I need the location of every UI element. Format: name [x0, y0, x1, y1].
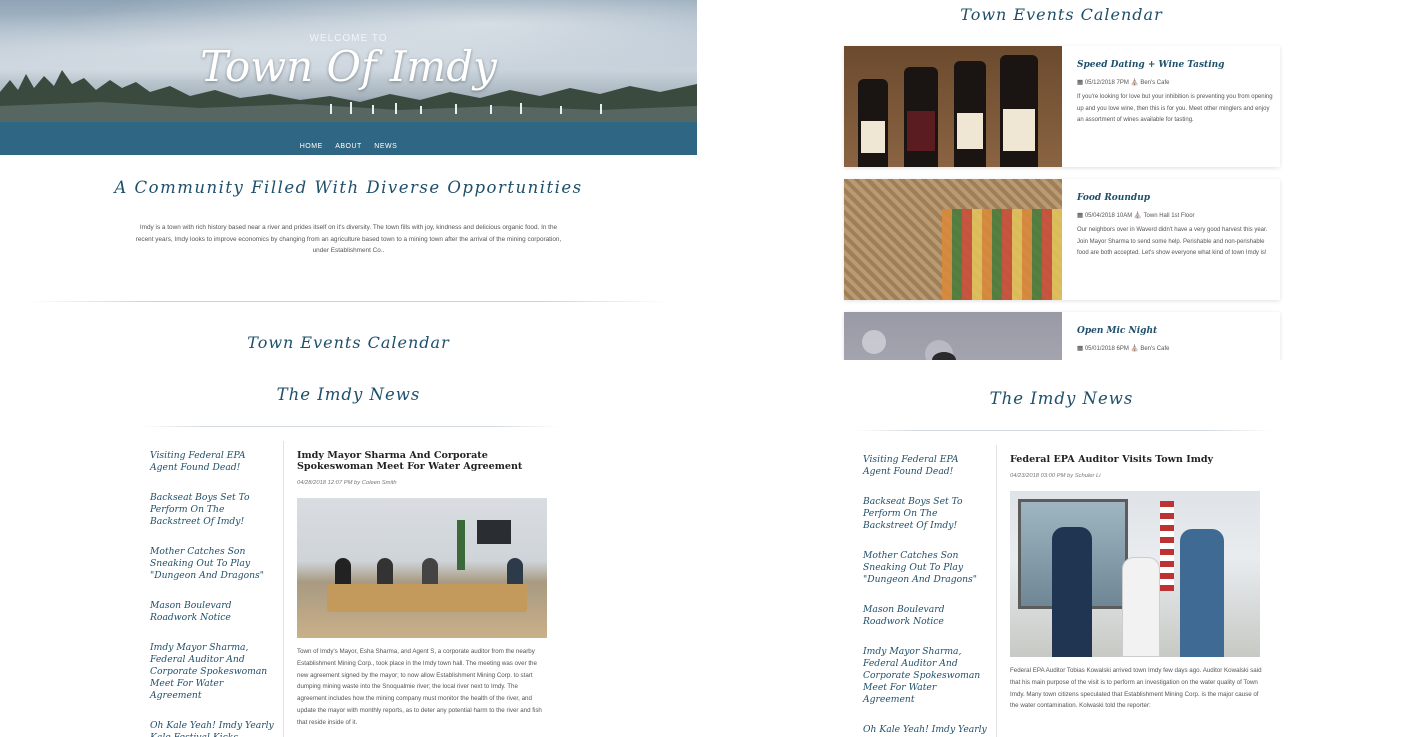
article-meta: 04/23/2018 03:00 PM by Schuler Li — [1010, 473, 1101, 479]
news-panel-right: The Imdy News Visiting Federal EPA Agent… — [713, 370, 1410, 737]
event-title[interactable]: Speed Dating + Wine Tasting — [1077, 60, 1273, 70]
homepage-panel: WELCOME TO Town Of Imdy HOME ABOUT NEWS … — [0, 0, 697, 360]
event-meta: ▦ 05/01/2018 6PM ⛪ Ben's Cafe — [1077, 344, 1273, 352]
nav-home-link[interactable]: HOME — [300, 143, 323, 150]
news-sidebar: Visiting Federal EPA Agent Found Dead! B… — [863, 454, 988, 737]
wine-bottle-icon — [858, 79, 888, 167]
calendar-icon: ▦ — [1077, 212, 1084, 219]
person-icon — [1052, 527, 1092, 657]
news-sidebar-link[interactable]: Oh Kale Yeah! Imdy Yearly Kale Festival … — [150, 720, 275, 737]
flag-icon — [457, 520, 465, 570]
news-sidebar: Visiting Federal EPA Agent Found Dead! B… — [150, 450, 275, 737]
us-flag-icon — [1160, 501, 1174, 591]
community-tagline: A Community Filled With Diverse Opportun… — [114, 178, 583, 197]
tv-screen-icon — [477, 520, 511, 544]
article-image-handshake — [1010, 491, 1260, 657]
news-rule — [140, 426, 560, 427]
event-datetime: 05/04/2018 10AM — [1084, 213, 1133, 219]
article-body: Town of Imdy's Mayor, Esha Sharma, and A… — [297, 648, 542, 726]
news-sidebar-link[interactable]: Imdy Mayor Sharma, Federal Auditor And C… — [863, 646, 988, 706]
news-panel-left: The Imdy News Visiting Federal EPA Agent… — [0, 370, 697, 737]
news-sidebar-link[interactable]: Backseat Boys Set To Perform On The Back… — [863, 496, 988, 532]
news-article: Imdy Mayor Sharma And Corporate Spokeswo… — [297, 450, 549, 729]
news-sidebar-link[interactable]: Mother Catches Son Sneaking Out To Play … — [863, 550, 988, 586]
event-image-microphone — [844, 312, 1062, 360]
hero-site-title: Town Of Imdy — [200, 42, 497, 91]
calendar-heading: Town Events Calendar — [960, 5, 1163, 24]
news-sidebar-link[interactable]: Visiting Federal EPA Agent Found Dead! — [863, 454, 988, 478]
food-cans-image — [942, 209, 1062, 300]
news-sidebar-link[interactable]: Mason Boulevard Roadwork Notice — [863, 604, 988, 628]
calendar-icon: ▦ — [1077, 345, 1084, 352]
location-sign-icon: ⛪ — [1130, 345, 1139, 352]
hero-banner: WELCOME TO Town Of Imdy HOME ABOUT NEWS — [0, 0, 697, 155]
nav-about-link[interactable]: ABOUT — [335, 143, 362, 150]
article-title: Federal EPA Auditor Visits Town Imdy — [1010, 454, 1214, 465]
event-location: Ben's Cafe — [1140, 80, 1170, 86]
event-meta: ▦ 05/12/2018 7PM ⛪ Ben's Cafe — [1077, 78, 1273, 86]
town-intro-text: Imdy is a town with rich history based n… — [135, 224, 562, 254]
person-icon — [1180, 529, 1224, 657]
news-sidebar-link[interactable]: Visiting Federal EPA Agent Found Dead! — [150, 450, 275, 474]
news-rule — [853, 430, 1273, 431]
events-calendar-panel: Town Events Calendar Speed Dating + Wine… — [713, 0, 1410, 360]
event-description: If you're looking for love but your inhi… — [1077, 94, 1273, 124]
wine-bottle-icon — [904, 67, 938, 167]
wine-bottle-icon — [954, 61, 986, 167]
microphone-icon — [862, 330, 956, 360]
event-datetime: 05/12/2018 7PM — [1084, 80, 1129, 86]
event-datetime: 05/01/2018 6PM — [1084, 346, 1129, 352]
event-image-wine — [844, 46, 1062, 167]
event-card[interactable]: Food Roundup ▦ 05/04/2018 10AM ⛪ Town Ha… — [844, 179, 1280, 300]
main-nav: HOME ABOUT NEWS — [0, 135, 697, 153]
event-card[interactable]: Open Mic Night ▦ 05/01/2018 6PM ⛪ Ben's … — [844, 312, 1280, 360]
event-description: Our neighbors over in Waverd didn't have… — [1077, 227, 1268, 257]
event-title[interactable]: Open Mic Night — [1077, 326, 1273, 336]
calendar-heading: Town Events Calendar — [247, 333, 450, 352]
event-location: Ben's Cafe — [1140, 346, 1170, 352]
event-image-food-basket — [844, 179, 1062, 300]
conference-table — [327, 584, 527, 612]
news-heading: The Imdy News — [989, 389, 1134, 408]
article-body: Federal EPA Auditor Tobias Kowalski arri… — [1010, 667, 1262, 710]
wine-bottle-icon — [1000, 55, 1038, 167]
news-heading: The Imdy News — [276, 385, 421, 404]
section-divider — [25, 301, 670, 302]
column-divider — [996, 445, 997, 737]
news-sidebar-link[interactable]: Backseat Boys Set To Perform On The Back… — [150, 492, 275, 528]
article-image-meeting — [297, 498, 547, 638]
nav-news-link[interactable]: NEWS — [374, 143, 397, 150]
article-title: Imdy Mayor Sharma And Corporate Spokeswo… — [297, 450, 523, 472]
news-sidebar-link[interactable]: Mother Catches Son Sneaking Out To Play … — [150, 546, 275, 582]
event-title[interactable]: Food Roundup — [1077, 193, 1273, 203]
calendar-icon: ▦ — [1077, 79, 1084, 86]
location-sign-icon: ⛪ — [1133, 212, 1142, 219]
person-icon — [1122, 557, 1160, 657]
news-sidebar-link[interactable]: Oh Kale Yeah! Imdy Yearly Kale Festival … — [863, 724, 988, 737]
event-location: Town Hall 1st Floor — [1143, 213, 1195, 219]
news-article: Federal EPA Auditor Visits Town Imdy 04/… — [1010, 454, 1262, 712]
article-meta: 04/28/2018 12:07 PM by Coleen Smith — [297, 480, 397, 486]
news-sidebar-link[interactable]: Mason Boulevard Roadwork Notice — [150, 600, 275, 624]
event-meta: ▦ 05/04/2018 10AM ⛪ Town Hall 1st Floor — [1077, 211, 1273, 219]
location-sign-icon: ⛪ — [1130, 79, 1139, 86]
column-divider — [283, 441, 284, 737]
event-card[interactable]: Speed Dating + Wine Tasting ▦ 05/12/2018… — [844, 46, 1280, 167]
news-sidebar-link[interactable]: Imdy Mayor Sharma, Federal Auditor And C… — [150, 642, 275, 702]
